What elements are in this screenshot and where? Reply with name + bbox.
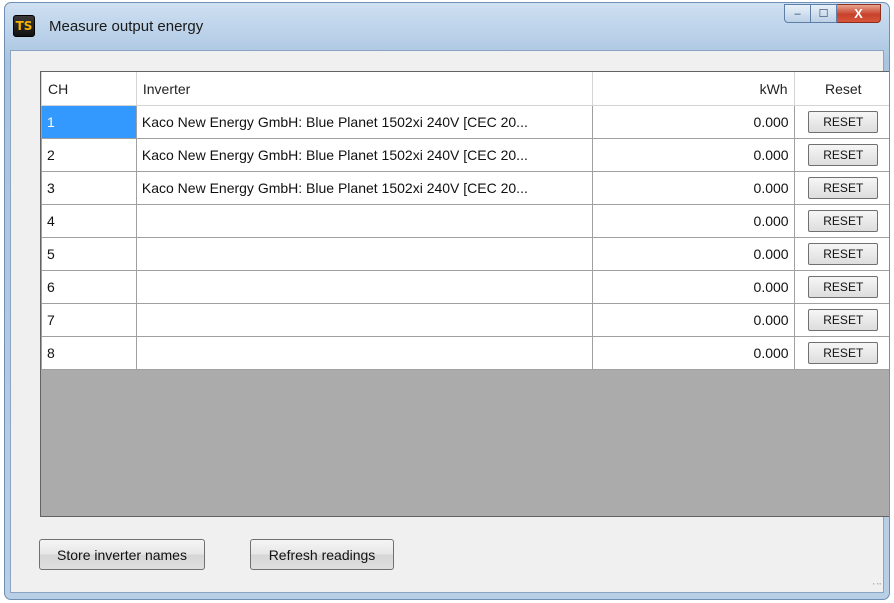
reset-button[interactable]: RESET [808,210,879,232]
channel-cell[interactable]: 4 [41,204,137,238]
reset-cell: RESET [793,171,889,205]
column-header-reset[interactable]: Reset [793,72,889,106]
inverter-cell[interactable]: Kaco New Energy GmbH: Blue Planet 1502xi… [135,171,594,205]
kwh-cell[interactable]: 0.000 [592,237,795,271]
table-row: 7 0.000 RESET [41,303,889,337]
inverter-cell[interactable] [135,303,594,337]
channel-cell[interactable]: 1 [41,105,137,139]
table-row: 1 Kaco New Energy GmbH: Blue Planet 1502… [41,105,889,139]
column-header-ch[interactable]: CH [41,72,137,106]
kwh-cell[interactable]: 0.000 [592,336,795,370]
refresh-readings-button[interactable]: Refresh readings [250,539,394,570]
close-button[interactable]: X [837,4,881,23]
channel-cell[interactable]: 5 [41,237,137,271]
energy-table: CH Inverter kWh Reset 1 Kaco New Energy … [41,72,889,370]
reset-button[interactable]: RESET [808,243,879,265]
dialog-window: TS Measure output energy ‒ ☐ X CH Invert… [4,2,890,600]
store-inverter-names-button[interactable]: Store inverter names [39,539,205,570]
header-row: CH Inverter kWh Reset [41,72,889,106]
kwh-cell[interactable]: 0.000 [592,105,795,139]
maximize-button[interactable]: ☐ [811,4,837,23]
client-area: CH Inverter kWh Reset 1 Kaco New Energy … [10,50,889,593]
window-title: Measure output energy [49,18,204,35]
table-row: 5 0.000 RESET [41,237,889,271]
reset-cell: RESET [793,303,889,337]
close-icon: X [854,6,863,21]
channel-cell[interactable]: 6 [41,270,137,304]
reset-cell: RESET [793,105,889,139]
reset-cell: RESET [793,237,889,271]
channel-cell[interactable]: 7 [41,303,137,337]
column-header-kwh[interactable]: kWh [592,72,795,106]
inverter-cell[interactable] [135,270,594,304]
caption-buttons: ‒ ☐ X [784,4,881,23]
inverter-cell[interactable] [135,237,594,271]
reset-button[interactable]: RESET [808,309,879,331]
app-logo-icon: TS [13,15,35,37]
reset-button[interactable]: RESET [808,177,879,199]
table-row: 2 Kaco New Energy GmbH: Blue Planet 1502… [41,138,889,172]
title-bar[interactable]: TS Measure output energy ‒ ☐ X [5,3,889,49]
channel-cell[interactable]: 2 [41,138,137,172]
table-row: 4 0.000 RESET [41,204,889,238]
kwh-cell[interactable]: 0.000 [592,303,795,337]
reset-cell: RESET [793,204,889,238]
reset-button[interactable]: RESET [808,111,879,133]
resize-grip-icon[interactable]: ⠠⠤ [869,578,882,590]
kwh-cell[interactable]: 0.000 [592,138,795,172]
inverter-cell[interactable]: Kaco New Energy GmbH: Blue Planet 1502xi… [135,105,594,139]
inverter-cell[interactable] [135,204,594,238]
reset-cell: RESET [793,138,889,172]
inverter-cell[interactable] [135,336,594,370]
reset-cell: RESET [793,270,889,304]
table-row: 3 Kaco New Energy GmbH: Blue Planet 1502… [41,171,889,205]
maximize-icon: ☐ [818,8,829,20]
kwh-cell[interactable]: 0.000 [592,171,795,205]
reset-button[interactable]: RESET [808,276,879,298]
reset-button[interactable]: RESET [808,144,879,166]
column-header-inverter[interactable]: Inverter [135,72,594,106]
kwh-cell[interactable]: 0.000 [592,204,795,238]
energy-grid[interactable]: CH Inverter kWh Reset 1 Kaco New Energy … [40,71,889,517]
minimize-button[interactable]: ‒ [784,4,811,23]
table-row: 6 0.000 RESET [41,270,889,304]
inverter-cell[interactable]: Kaco New Energy GmbH: Blue Planet 1502xi… [135,138,594,172]
reset-cell: RESET [793,336,889,370]
channel-cell[interactable]: 3 [41,171,137,205]
reset-button[interactable]: RESET [808,342,879,364]
kwh-cell[interactable]: 0.000 [592,270,795,304]
table-row: 8 0.000 RESET [41,336,889,370]
channel-cell[interactable]: 8 [41,336,137,370]
minimize-icon: ‒ [794,7,801,20]
